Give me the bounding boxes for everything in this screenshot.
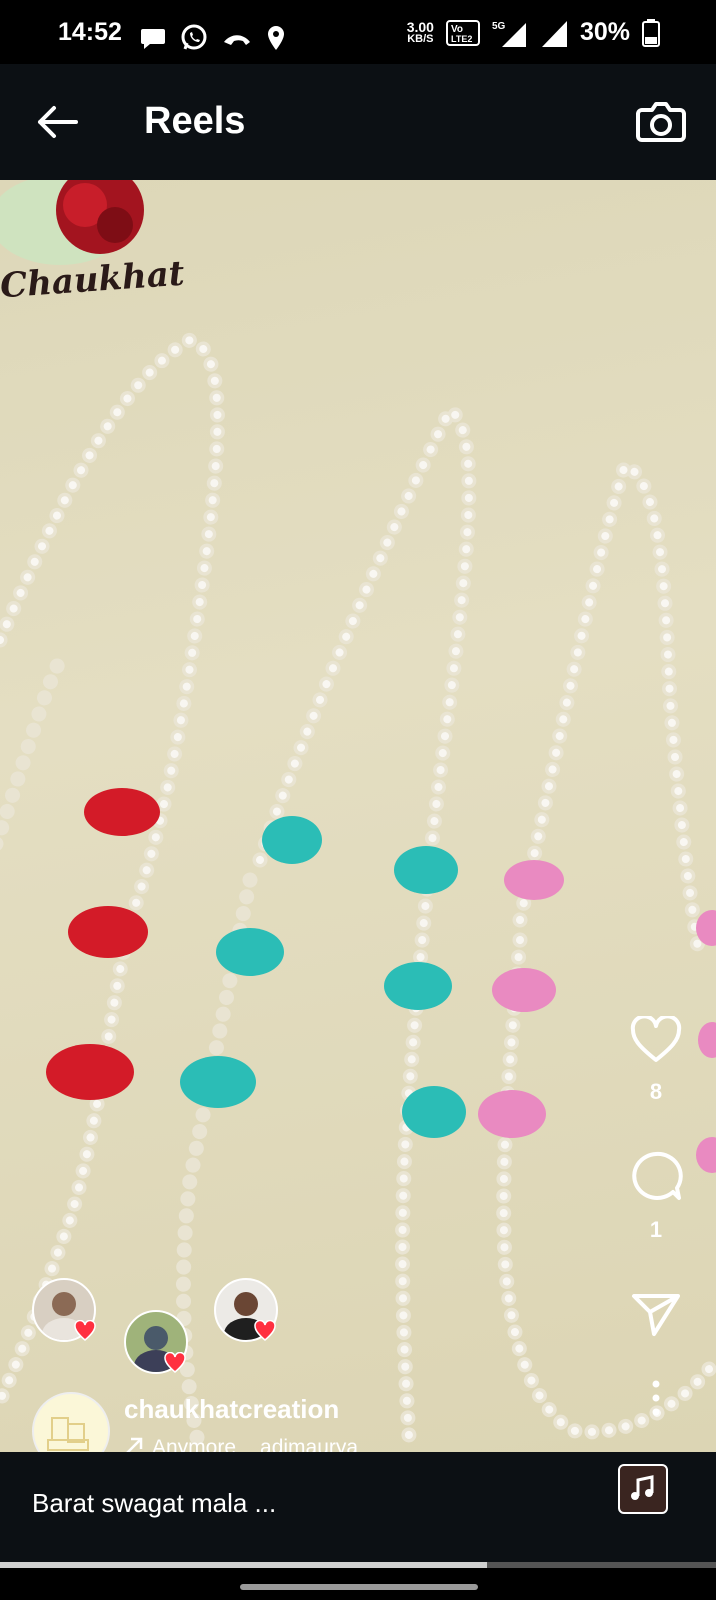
like-action[interactable]: 8 — [626, 1014, 686, 1105]
more-action[interactable] — [626, 1380, 686, 1421]
speed-value: 3.00 — [406, 19, 434, 35]
liked-heart-icon — [254, 1320, 276, 1341]
location-icon — [268, 26, 284, 50]
page-title: Reels — [144, 100, 246, 142]
status-bar: 14:52 3.00 KB/S Vo LTE2 5G 30% — [0, 0, 716, 64]
reel-progress-fill — [0, 1562, 487, 1568]
like-count[interactable]: 8 — [626, 1079, 686, 1105]
volte-icon: VoLTE2 — [445, 19, 480, 46]
caption-bar: Barat swagat mala ... — [0, 1452, 716, 1562]
comment-icon[interactable] — [629, 1150, 683, 1202]
signal-5g-icon: 5G — [492, 21, 526, 47]
reel-image — [0, 180, 716, 1452]
missed-call-icon — [224, 35, 250, 45]
send-icon[interactable] — [630, 1290, 682, 1338]
heart-icon[interactable] — [629, 1014, 683, 1064]
chat-bubble-icon — [141, 29, 165, 49]
share-action[interactable] — [626, 1290, 686, 1343]
svg-text:5G: 5G — [492, 21, 506, 32]
status-right: 3.00 KB/S Vo LTE2 5G 30% — [407, 18, 660, 47]
battery-icon — [642, 18, 660, 47]
music-note-icon — [631, 1475, 654, 1500]
gesture-nav-bar[interactable] — [240, 1584, 478, 1590]
notification-icons — [140, 24, 286, 52]
flower-decoration — [0, 180, 144, 265]
comment-count[interactable]: 1 — [626, 1217, 686, 1243]
status-time: 14:52 — [58, 18, 122, 46]
username[interactable]: chaukhatcreation — [124, 1394, 339, 1425]
whatsapp-icon — [181, 24, 207, 50]
svg-text:LTE2: LTE2 — [451, 34, 472, 44]
liked-heart-icon — [74, 1320, 96, 1341]
reel-video[interactable]: Chaukhat 8 1 — [0, 180, 716, 1452]
camera-icon[interactable] — [634, 94, 688, 148]
liked-heart-icon — [164, 1352, 186, 1373]
caption-text[interactable]: Barat swagat mala ... — [32, 1488, 276, 1519]
reels-header: Reels — [0, 64, 716, 180]
audio-thumbnail[interactable] — [618, 1464, 668, 1514]
signal-icon — [541, 20, 567, 47]
comment-action[interactable]: 1 — [626, 1150, 686, 1243]
more-icon[interactable] — [630, 1380, 682, 1416]
reel-progress-bar[interactable] — [0, 1562, 716, 1568]
back-arrow-icon[interactable] — [30, 96, 82, 148]
battery-percent: 30% — [579, 18, 630, 46]
speed-unit: KB/S — [407, 33, 434, 45]
network-speed: 3.00 KB/S — [407, 20, 434, 45]
